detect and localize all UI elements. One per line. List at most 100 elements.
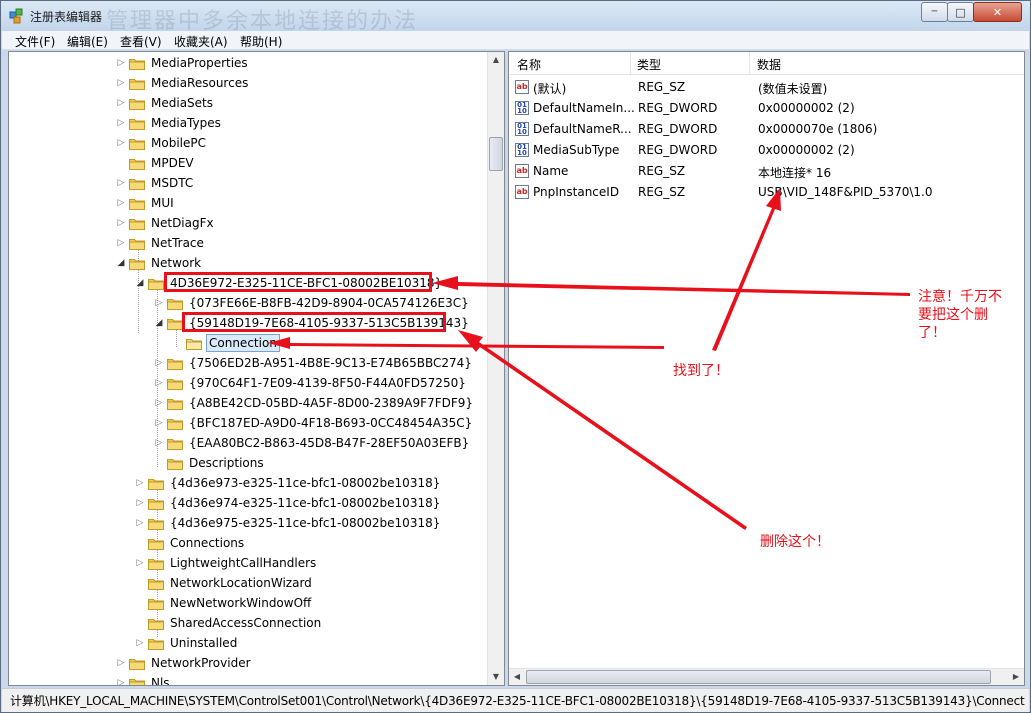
expand-arrow-icon[interactable]: ▷ xyxy=(153,378,165,388)
expand-arrow-icon[interactable]: ▷ xyxy=(115,198,127,208)
column-header-type[interactable]: 类型 xyxy=(637,56,661,73)
tree-item[interactable]: ▷ {4d36e973-e325-11ce-bfc1-08002be10318} xyxy=(134,473,442,493)
menu-bar: 文件(F) 编辑(E) 查看(V) 收藏夹(A) 帮助(H) xyxy=(2,31,1029,50)
value-row[interactable]: 01 10 DefaultNameR... REG_DWORD 0x0000070e (… xyxy=(515,119,1015,140)
value-name: Name xyxy=(533,164,569,178)
expand-arrow-icon[interactable]: ▷ xyxy=(134,558,146,568)
tree-item[interactable]: ▷ MSDTC xyxy=(115,173,195,193)
expand-arrow-icon[interactable]: ▷ xyxy=(153,438,165,448)
value-row[interactable]: 01 10 DefaultNameIn... REG_DWORD 0x00000002 … xyxy=(515,98,1015,119)
expand-arrow-icon[interactable]: ▷ xyxy=(134,518,146,528)
collapse-arrow-icon[interactable]: ◢ xyxy=(153,318,165,328)
folder-icon xyxy=(129,158,145,170)
minimize-button[interactable]: ─ xyxy=(921,2,948,22)
maximize-button[interactable]: □ xyxy=(947,2,974,22)
tree-item[interactable]: NewNetworkWindowOff xyxy=(134,593,313,613)
expand-arrow-icon[interactable]: ▷ xyxy=(115,238,127,248)
tree-item[interactable]: ▷ MediaProperties xyxy=(115,53,250,73)
tree-item[interactable]: ◢ Network xyxy=(115,253,203,273)
column-divider[interactable] xyxy=(630,52,631,74)
tree-item[interactable]: Descriptions xyxy=(153,453,266,473)
tree-item-label: {073FE66E-B8FB-42D9-8904-0CA574126E3C} xyxy=(189,296,469,310)
value-row[interactable]: 01 10 MediaSubType REG_DWORD 0x00000002 (2) xyxy=(515,140,1015,161)
scroll-down-arrow-icon[interactable]: ▼ xyxy=(488,669,504,685)
scroll-thumb[interactable] xyxy=(526,670,991,684)
column-header-data[interactable]: 数据 xyxy=(757,56,781,73)
expand-arrow-icon[interactable]: ▷ xyxy=(115,118,127,128)
tree-item[interactable]: NetworkLocationWizard xyxy=(134,573,314,593)
tree-item[interactable]: Connection xyxy=(172,333,280,353)
folder-icon xyxy=(167,298,183,310)
folder-icon xyxy=(167,358,183,370)
column-divider[interactable] xyxy=(749,52,750,74)
expand-arrow-icon[interactable]: ▷ xyxy=(115,138,127,148)
list-horizontal-scrollbar[interactable]: ◀ ▶ xyxy=(509,668,1024,685)
tree-item[interactable]: SharedAccessConnection xyxy=(134,613,323,633)
tree-item[interactable]: ▷ {EAA80BC2-B863-45D8-B47F-28EF50A03EFB} xyxy=(153,433,471,453)
folder-icon xyxy=(148,578,164,590)
tree-vertical-scrollbar[interactable]: ▲ ▼ xyxy=(487,52,504,685)
tree-item[interactable]: ◢ {59148D19-7E68-4105-9337-513C5B139143} xyxy=(153,313,471,333)
menu-help[interactable]: 帮助(H) xyxy=(240,33,282,50)
tree-item[interactable]: ▷ {4d36e975-e325-11ce-bfc1-08002be10318} xyxy=(134,513,442,533)
tree-item[interactable]: ▷ {A8BE42CD-05BD-4A5F-8D00-2389A9F7FDF9} xyxy=(153,393,475,413)
menu-file[interactable]: 文件(F) xyxy=(15,33,55,50)
value-row[interactable]: ab PnpInstanceID REG_SZ USB\VID_148F&PID_53… xyxy=(515,182,1015,203)
tree-item[interactable]: ▷ {073FE66E-B8FB-42D9-8904-0CA574126E3C} xyxy=(153,293,471,313)
collapse-arrow-icon[interactable]: ◢ xyxy=(115,258,127,268)
expand-arrow-icon[interactable]: ▷ xyxy=(115,98,127,108)
tree-item-label: NetDiagFx xyxy=(151,216,214,230)
value-row[interactable]: ab (默认) REG_SZ (数值未设置) xyxy=(515,77,1015,98)
expand-arrow-icon[interactable]: ▷ xyxy=(134,498,146,508)
expand-arrow-icon[interactable]: ▷ xyxy=(153,298,165,308)
expand-arrow-icon[interactable]: ▷ xyxy=(134,638,146,648)
expand-arrow-icon[interactable]: ▷ xyxy=(115,78,127,88)
tree-item[interactable]: MPDEV xyxy=(115,153,196,173)
registry-values-pane[interactable]: 名称 类型 数据 ab (默认) REG_SZ (数值未设置) 01 10 DefaultN… xyxy=(508,51,1025,686)
tree-item[interactable]: ▷ MUI xyxy=(115,193,176,213)
expand-arrow-icon[interactable]: ▷ xyxy=(115,218,127,228)
tree-item-label: MediaSets xyxy=(151,96,213,110)
expand-arrow-icon[interactable]: ▷ xyxy=(153,358,165,368)
tree-item[interactable]: Connections xyxy=(134,533,246,553)
tree-item[interactable]: ▷ {BFC187ED-A9D0-4F18-B693-0CC48454A35C} xyxy=(153,413,474,433)
tree-item-label: Nls xyxy=(151,676,170,686)
scroll-left-arrow-icon[interactable]: ◀ xyxy=(509,669,525,685)
tree-item[interactable]: ▷ MediaTypes xyxy=(115,113,223,133)
expand-arrow-icon[interactable]: ▷ xyxy=(115,178,127,188)
tree-item[interactable]: ▷ MobilePC xyxy=(115,133,208,153)
menu-favorites[interactable]: 收藏夹(A) xyxy=(174,33,228,50)
tree-item[interactable]: ◢ 4D36E972-E325-11CE-BFC1-08002BE10318} xyxy=(134,273,444,293)
expand-arrow-icon[interactable]: ▷ xyxy=(115,678,127,685)
tree-item[interactable]: ▷ NetTrace xyxy=(115,233,206,253)
tree-item[interactable]: ▷ {4d36e974-e325-11ce-bfc1-08002be10318} xyxy=(134,493,442,513)
menu-edit[interactable]: 编辑(E) xyxy=(67,33,108,50)
scroll-right-arrow-icon[interactable]: ▶ xyxy=(1008,669,1024,685)
tree-item[interactable]: ▷ {7506ED2B-A951-4B8E-9C13-E74B65BBC274} xyxy=(153,353,474,373)
expand-arrow-icon[interactable]: ▷ xyxy=(115,58,127,68)
title-bar[interactable]: 注册表编辑器 管理器中多余本地连接的办法 ─ □ ✕ xyxy=(1,1,1030,34)
value-row[interactable]: ab Name REG_SZ 本地连接* 16 xyxy=(515,161,1015,182)
menu-view[interactable]: 查看(V) xyxy=(120,33,162,50)
tree-item[interactable]: ▷ {970C64F1-7E09-4139-8F50-F44A0FD57250} xyxy=(153,373,468,393)
reg-string-icon: ab xyxy=(515,80,529,94)
tree-item[interactable]: ▷ MediaResources xyxy=(115,73,250,93)
expand-arrow-icon[interactable]: ▷ xyxy=(153,418,165,428)
folder-icon xyxy=(167,418,183,430)
tree-item[interactable]: ▷ LightweightCallHandlers xyxy=(134,553,318,573)
scroll-up-arrow-icon[interactable]: ▲ xyxy=(488,52,504,68)
collapse-arrow-icon[interactable]: ◢ xyxy=(134,278,146,288)
close-button[interactable]: ✕ xyxy=(973,2,1022,22)
registry-tree-pane[interactable]: ▷ MediaProperties ▷ MediaResources ▷ MediaSet… xyxy=(8,51,505,686)
expand-arrow-icon[interactable]: ▷ xyxy=(115,658,127,668)
tree-item[interactable]: ▷ NetworkProvider xyxy=(115,653,253,673)
scroll-thumb[interactable] xyxy=(489,137,503,171)
tree-item[interactable]: ▷ MediaSets xyxy=(115,93,215,113)
tree-item[interactable]: ▷ NetDiagFx xyxy=(115,213,216,233)
column-header-name[interactable]: 名称 xyxy=(517,56,541,73)
expand-arrow-icon[interactable]: ▷ xyxy=(153,398,165,408)
expand-arrow-icon[interactable]: ▷ xyxy=(134,478,146,488)
tree-item-label: 4D36E972-E325-11CE-BFC1-08002BE10318} xyxy=(170,276,443,290)
tree-item[interactable]: ▷ Nls xyxy=(115,673,172,686)
tree-item[interactable]: ▷ Uninstalled xyxy=(134,633,239,653)
